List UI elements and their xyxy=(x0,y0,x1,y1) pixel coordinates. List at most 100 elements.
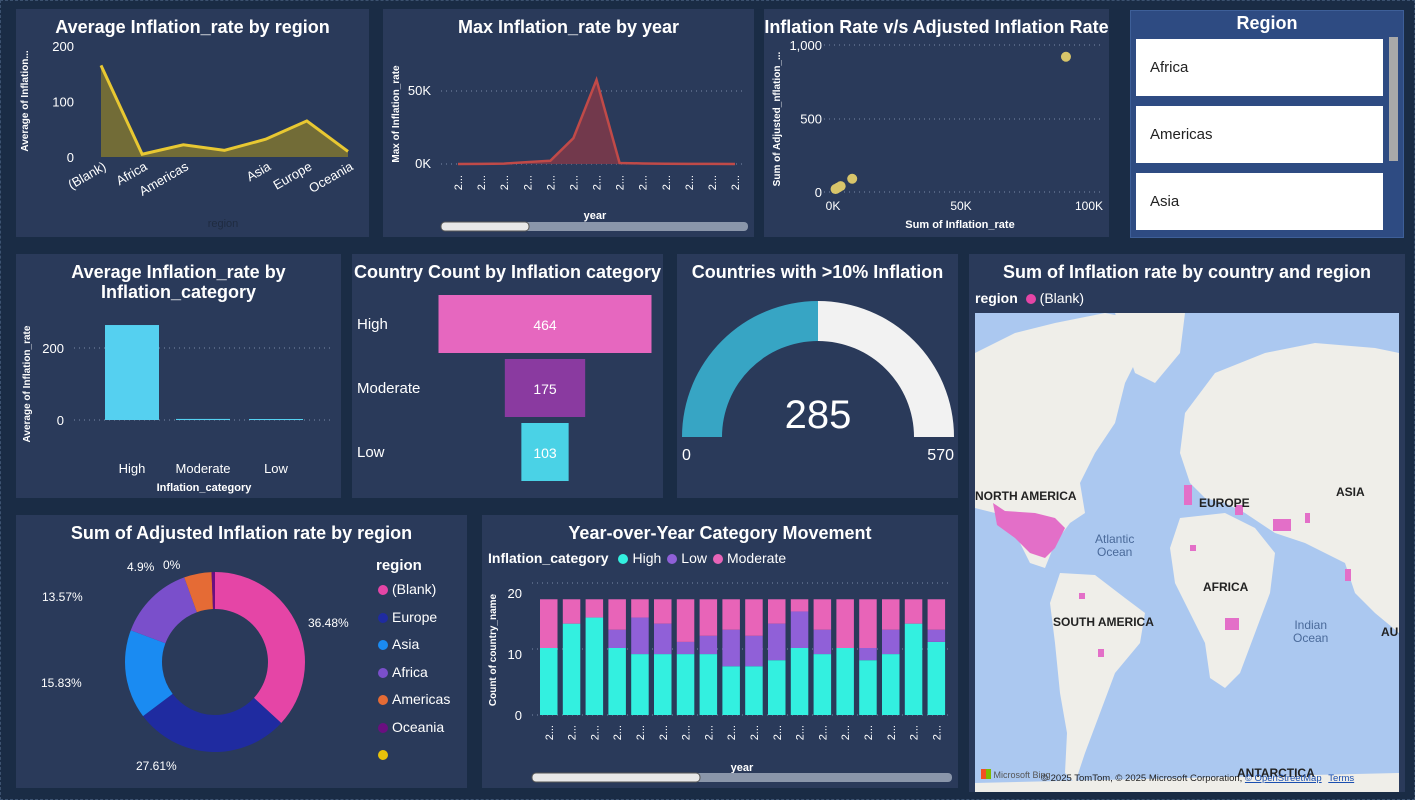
x-tick-label: 2... xyxy=(863,725,875,740)
legend-dot xyxy=(378,750,388,760)
slicer-scrollbar[interactable] xyxy=(1389,37,1398,161)
donut-legend-item[interactable]: Europe xyxy=(378,609,437,625)
avg-category-chart[interactable]: High Moderate Low 200 0 Average of Inflation_… xyxy=(16,254,341,498)
donut-legend-item[interactable]: Oceania xyxy=(378,719,444,735)
avg-region-chart[interactable]: 2001000(Blank) AfricaAmericas AsiaEuropeOc… xyxy=(16,9,369,237)
x-tick-label: Moderate xyxy=(176,461,231,476)
max-inflation-by-year-panel[interactable]: Max Inflation_rate by year 50K 0K 2... 2...… xyxy=(383,9,754,237)
funnel-chart[interactable]: 464 High 175 Moderate 103 Low xyxy=(352,254,663,498)
x-tick-label: 2... xyxy=(476,175,488,190)
country-highlight xyxy=(1184,485,1192,505)
y-tick-label: 1,000 xyxy=(789,38,822,53)
stacked-bar-segment xyxy=(631,654,649,715)
yoy-stacked-chart[interactable]: 2... 2... 2... 2... 2... 2... 2... 2... 2... 2...… xyxy=(482,515,958,788)
x-tick-label: 2... xyxy=(544,725,556,740)
label-south-america: SOUTH AMERICA xyxy=(1053,615,1154,629)
country-count-funnel-panel[interactable]: Country Count by Inflation category 464 H… xyxy=(352,254,663,498)
slicer-item-africa[interactable]: Africa xyxy=(1136,39,1383,96)
donut-legend-item[interactable] xyxy=(378,746,392,762)
stacked-bar-segment xyxy=(813,654,832,715)
x-tick-label: 2... xyxy=(453,175,465,190)
legend-label: Europe xyxy=(392,608,438,625)
x-axis-label: Inflation_category xyxy=(157,482,253,494)
stacked-bar-segment xyxy=(562,599,581,624)
x-axis-label: Sum of Inflation_rate xyxy=(905,219,1014,231)
stacked-bar-segment xyxy=(882,654,900,715)
gauge-panel[interactable]: Countries with >10% Inflation 285 0 570 xyxy=(677,254,958,498)
ocean-word: Ocean xyxy=(1293,631,1329,645)
x-tick-label: 2... xyxy=(772,725,784,740)
stacked-bar-segment xyxy=(608,599,626,630)
label-indian-ocean: Indian Ocean xyxy=(1293,619,1328,645)
x-tick-label: Low xyxy=(264,461,288,476)
slicer-item-asia[interactable]: Asia xyxy=(1136,173,1383,230)
y-tick-label: 0 xyxy=(815,185,822,200)
label-north-america: NORTH AMERICA xyxy=(975,489,1077,503)
stacked-bar-segment xyxy=(859,648,877,661)
x-tick-label: 2... xyxy=(684,175,696,190)
stacked-bar-segment xyxy=(768,623,786,661)
y-axis-label: Max of Inflation_rate xyxy=(391,65,402,163)
max-year-chart[interactable]: 50K 0K 2... 2... 2... 2... 2... 2... 2... 2... 2..… xyxy=(383,9,754,237)
y-axis-label: Average of Inflation... xyxy=(20,50,31,152)
x-tick-label: 2... xyxy=(817,725,829,740)
inflation-scatter-panel[interactable]: Inflation Rate v/s Adjusted Inflation Ra… xyxy=(764,9,1109,237)
avg-inflation-by-category-panel[interactable]: Average Inflation_rate by Inflation_cate… xyxy=(16,254,341,498)
donut-data-label: 4.9% xyxy=(127,560,155,574)
stacked-bar-segment xyxy=(585,617,604,715)
label-africa: AFRICA xyxy=(1203,580,1249,594)
slicer-item-americas[interactable]: Americas xyxy=(1136,106,1383,163)
funnel-value-label: 464 xyxy=(533,317,557,333)
donut-legend-item[interactable]: Africa xyxy=(378,664,428,680)
region-slicer-panel[interactable]: Region Africa Americas Asia xyxy=(1130,10,1404,238)
x-tick-label: 2... xyxy=(658,725,670,740)
donut-legend-item[interactable]: (Blank) xyxy=(378,581,436,597)
x-tick-label: 2... xyxy=(840,725,852,740)
legend-label: Africa xyxy=(392,663,428,680)
y-tick-label: 10 xyxy=(508,647,522,662)
gauge-min-label: 0 xyxy=(682,447,691,464)
country-highlight xyxy=(1079,593,1085,599)
terms-link[interactable]: Terms xyxy=(1328,773,1354,784)
label-asia: ASIA xyxy=(1336,485,1365,499)
osm-link[interactable]: © OpenStreetMap xyxy=(1245,773,1322,784)
stacked-bar-segment xyxy=(836,648,854,715)
stacked-bar-segment xyxy=(699,635,718,655)
scatter-chart[interactable]: 1,000 500 0 0K 50K 100K Sum of Adjusted_nflati… xyxy=(764,9,1109,237)
stacked-bar-segment xyxy=(745,666,763,715)
funnel-category-label: High xyxy=(357,316,388,333)
x-tick-label: 0K xyxy=(826,199,841,213)
legend-dot xyxy=(378,722,388,733)
stacked-bar-segment xyxy=(654,599,672,624)
donut-legend-item[interactable]: Americas xyxy=(378,691,450,707)
donut-legend-item[interactable]: Asia xyxy=(378,636,419,652)
map-canvas[interactable]: NORTH AMERICA EUROPE ASIA AFRICA SOUTH A… xyxy=(975,313,1399,792)
x-axis-label: year xyxy=(731,762,754,774)
country-highlight xyxy=(1098,649,1104,657)
stacked-bar-segment xyxy=(859,660,877,715)
x-tick-label: 2... xyxy=(615,175,627,190)
slicer-title: Region xyxy=(1236,13,1298,33)
x-tick-label: 2... xyxy=(592,175,604,190)
stacked-bar-segment xyxy=(859,599,877,648)
stacked-bar-segment xyxy=(540,648,558,715)
country-highlight xyxy=(1190,545,1196,551)
x-tick-label: 2... xyxy=(795,725,807,740)
stacked-bar-segment xyxy=(631,599,649,618)
map-panel[interactable]: Sum of Inflation rate by country and reg… xyxy=(969,254,1405,792)
scrollbar-thumb xyxy=(440,221,530,232)
stacked-bar-segment xyxy=(722,599,740,630)
x-tick-label: 2... xyxy=(612,725,624,740)
yoy-category-panel[interactable]: Year-over-Year Category Movement Inflati… xyxy=(482,515,958,788)
map-attribution: © 2025 TomTom, © 2025 Microsoft Corporat… xyxy=(1041,773,1354,784)
world-map xyxy=(975,313,1399,792)
legend-dot xyxy=(378,640,388,650)
y-tick-label: 50K xyxy=(408,83,431,98)
adjusted-inflation-donut-panel[interactable]: Sum of Adjusted Inflation rate by region… xyxy=(16,515,467,788)
avg-inflation-by-region-panel[interactable]: Average Inflation_rate by region 200 100 0… xyxy=(16,9,369,237)
x-tick-label: 2... xyxy=(707,175,719,190)
stacked-bar-segment xyxy=(882,599,900,630)
gauge-chart[interactable]: 285 0 570 xyxy=(677,254,958,498)
scatter-point xyxy=(847,173,858,184)
stacked-bar-segment xyxy=(654,654,672,715)
